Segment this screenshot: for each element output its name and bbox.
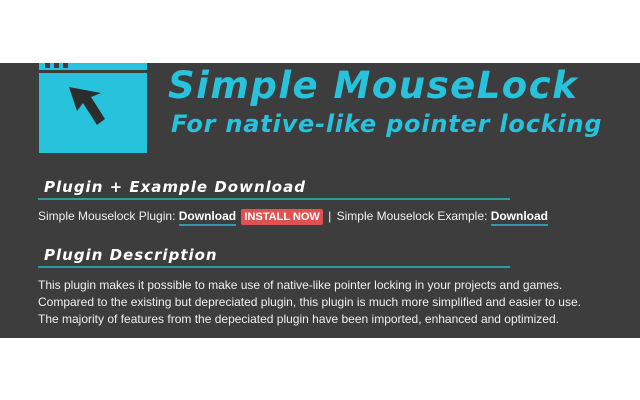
download-line: Simple Mouselock Plugin: Download INSTAL… bbox=[38, 209, 549, 226]
description-line: Compared to the existing but depreciated… bbox=[38, 295, 581, 309]
plugin-description: This plugin makes it possible to make us… bbox=[38, 277, 581, 328]
install-now-button[interactable]: INSTALL NOW bbox=[241, 209, 323, 225]
plugin-download-link[interactable]: Download bbox=[178, 209, 237, 226]
download-section-heading: Plugin + Example Download bbox=[44, 178, 306, 196]
plugin-panel: Simple MouseLock For native-like pointer… bbox=[0, 63, 640, 338]
example-label: Simple Mouselock Example: bbox=[336, 209, 488, 223]
description-line: This plugin makes it possible to make us… bbox=[38, 278, 563, 292]
hero-subtitle: For native-like pointer locking bbox=[171, 110, 603, 138]
description-line: The majority of features from the depeci… bbox=[38, 312, 559, 326]
window-cursor-icon bbox=[39, 63, 147, 153]
plugin-label: Simple Mouselock Plugin: bbox=[38, 209, 176, 223]
download-section-rule bbox=[38, 198, 510, 200]
example-download-link[interactable]: Download bbox=[490, 209, 549, 226]
description-section-heading: Plugin Description bbox=[44, 246, 218, 264]
hero-title: Simple MouseLock bbox=[168, 64, 579, 107]
description-section-rule bbox=[38, 266, 510, 268]
separator: | bbox=[328, 209, 332, 223]
